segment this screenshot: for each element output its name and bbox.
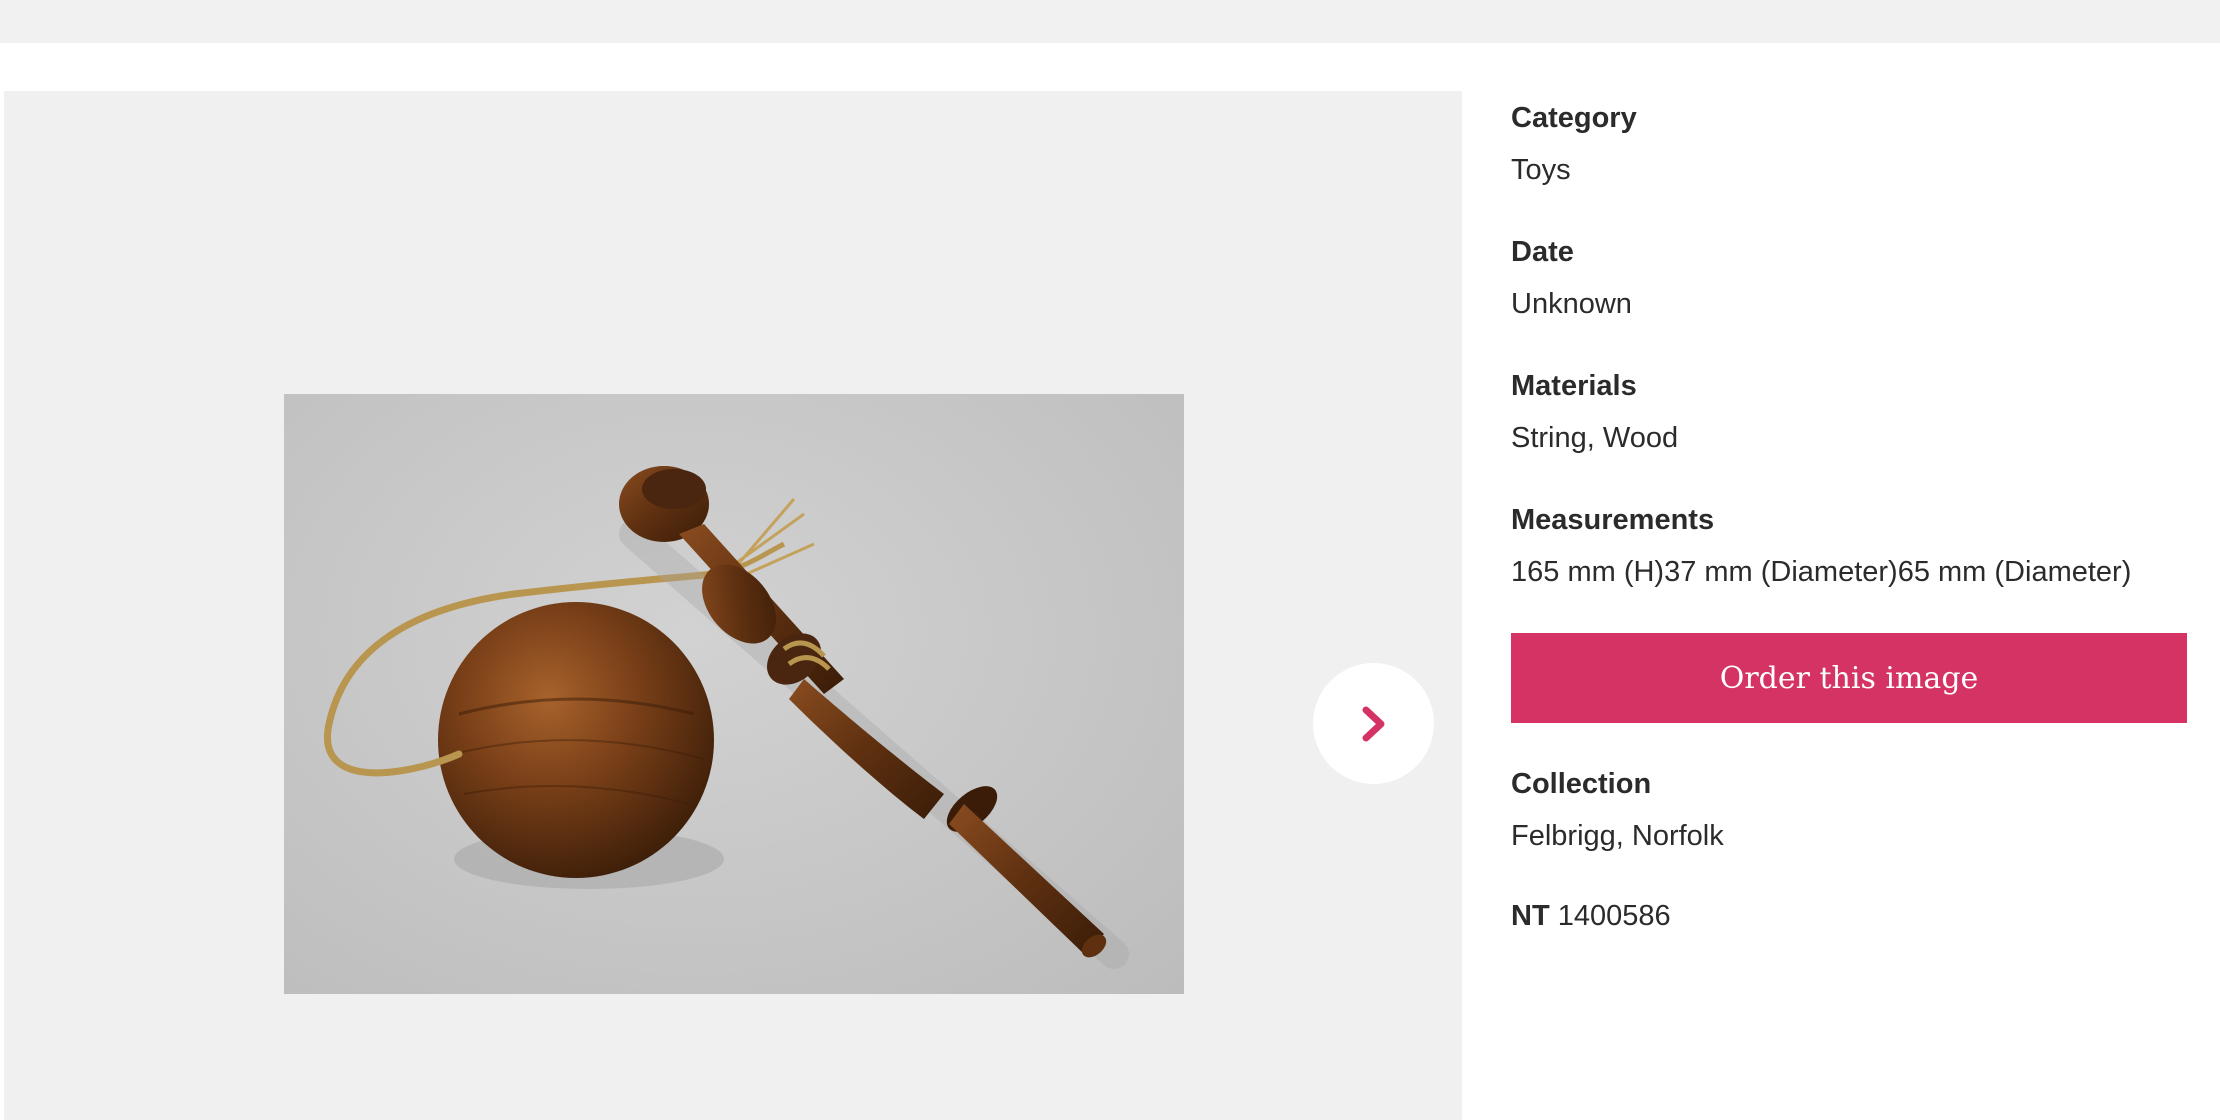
materials-value: String, Wood [1511,422,1679,454]
collection-field: Collection Felbrigg, Norfolk [1511,757,2187,861]
date-label: Date [1511,236,1574,268]
nt-number-value: 1400586 [1557,900,1671,932]
top-bar [0,0,2220,43]
category-value: Toys [1511,154,1571,186]
order-image-button[interactable]: Order this image [1511,633,2187,723]
measurements-field: Measurements 165 mm (H)37 mm (Diameter)6… [1511,493,2187,597]
measurements-value: 165 mm (H)37 mm (Diameter)65 mm (Diamete… [1511,556,2132,588]
chevron-right-icon [1362,706,1384,741]
cup-and-ball-toy-image [324,466,1129,969]
date-field: Date Unknown [1511,225,2187,329]
materials-label: Materials [1511,370,1637,402]
object-details-panel: Category Toys Date Unknown Materials Str… [1511,91,2187,941]
object-photo[interactable] [284,394,1184,994]
image-gallery [4,91,1462,1120]
nt-number: NT 1400586 [1511,891,2187,941]
collection-value[interactable]: Felbrigg, Norfolk [1511,811,2187,861]
materials-field: Materials String, Wood [1511,359,2187,463]
measurements-label: Measurements [1511,504,1715,536]
next-image-button[interactable] [1313,663,1434,784]
nt-prefix: NT [1511,900,1550,932]
date-value: Unknown [1511,288,1632,320]
category-field: Category Toys [1511,91,2187,195]
category-label: Category [1511,102,1637,134]
collection-label: Collection [1511,768,1652,800]
